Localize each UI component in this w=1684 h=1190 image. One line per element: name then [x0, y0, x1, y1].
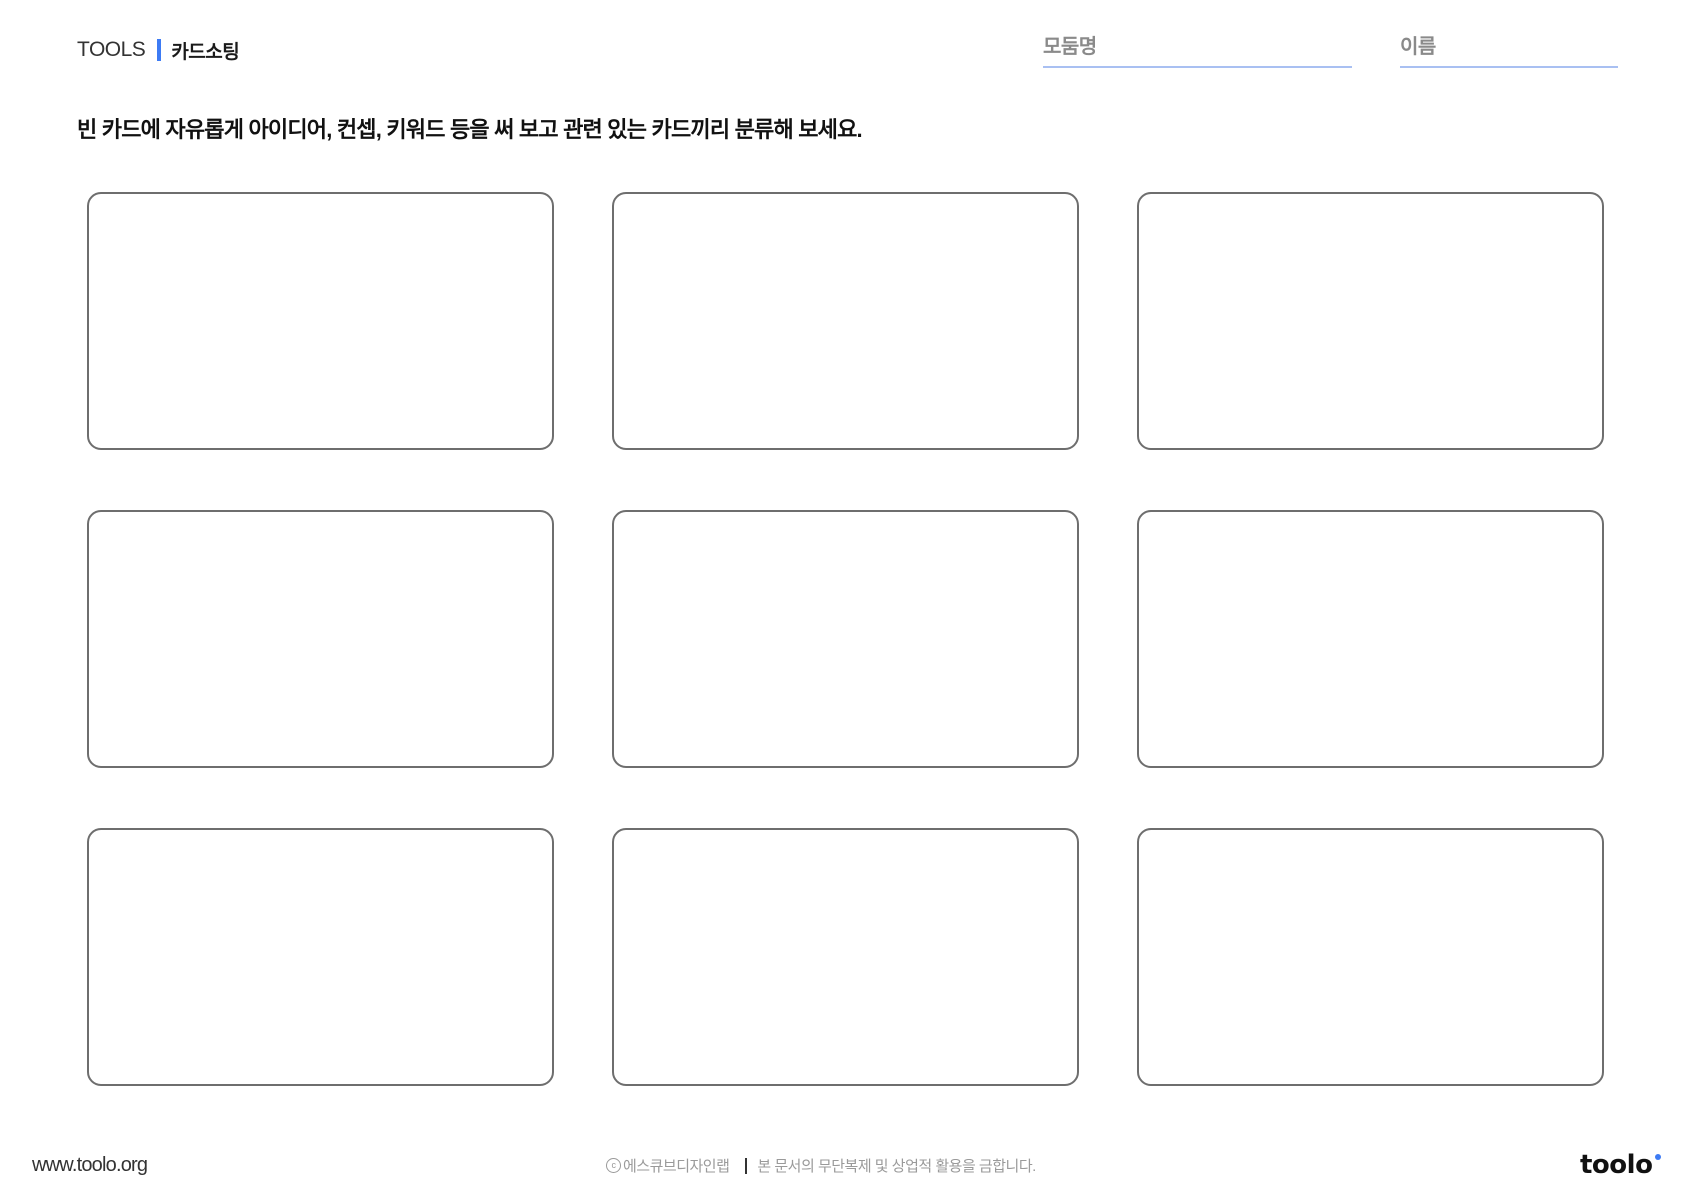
- blank-card-1[interactable]: [87, 192, 554, 450]
- footer-copyright: c 에스큐브디자인랩 본 문서의 무단복제 및 상업적 활용을 금합니다.: [606, 1155, 1036, 1176]
- copyright-owner: 에스큐브디자인랩: [623, 1158, 730, 1175]
- footer-divider: [745, 1157, 748, 1174]
- blank-card-8[interactable]: [612, 828, 1079, 1086]
- logo-text: toolo: [1580, 1150, 1653, 1180]
- blank-card-3[interactable]: [1137, 192, 1604, 450]
- name-field[interactable]: 이름: [1400, 28, 1618, 68]
- header-brand: TOOLS 카드소팅: [77, 36, 240, 64]
- brand-label: TOOLS: [77, 38, 146, 61]
- copyright-notice: 본 문서의 무단복제 및 상업적 활용을 금합니다.: [757, 1158, 1036, 1175]
- tool-name: 카드소팅: [171, 41, 240, 63]
- blank-card-5[interactable]: [612, 510, 1079, 768]
- brand-divider: [157, 39, 162, 61]
- blank-card-2[interactable]: [612, 192, 1079, 450]
- card-grid: [87, 192, 1607, 1088]
- blank-card-9[interactable]: [1137, 828, 1604, 1086]
- copyright-icon: c: [606, 1158, 621, 1173]
- instruction-text: 빈 카드에 자유롭게 아이디어, 컨셉, 키워드 등을 써 보고 관련 있는 카…: [77, 117, 863, 142]
- toolo-logo: toolo: [1580, 1150, 1662, 1180]
- blank-card-7[interactable]: [87, 828, 554, 1086]
- footer-url: www.toolo.org: [32, 1154, 148, 1176]
- blank-card-6[interactable]: [1137, 510, 1604, 768]
- logo-dot-icon: [1655, 1154, 1662, 1160]
- group-name-field[interactable]: 모둠명: [1043, 28, 1352, 68]
- blank-card-4[interactable]: [87, 510, 554, 768]
- name-label: 이름: [1400, 36, 1436, 58]
- group-name-label: 모둠명: [1043, 36, 1097, 58]
